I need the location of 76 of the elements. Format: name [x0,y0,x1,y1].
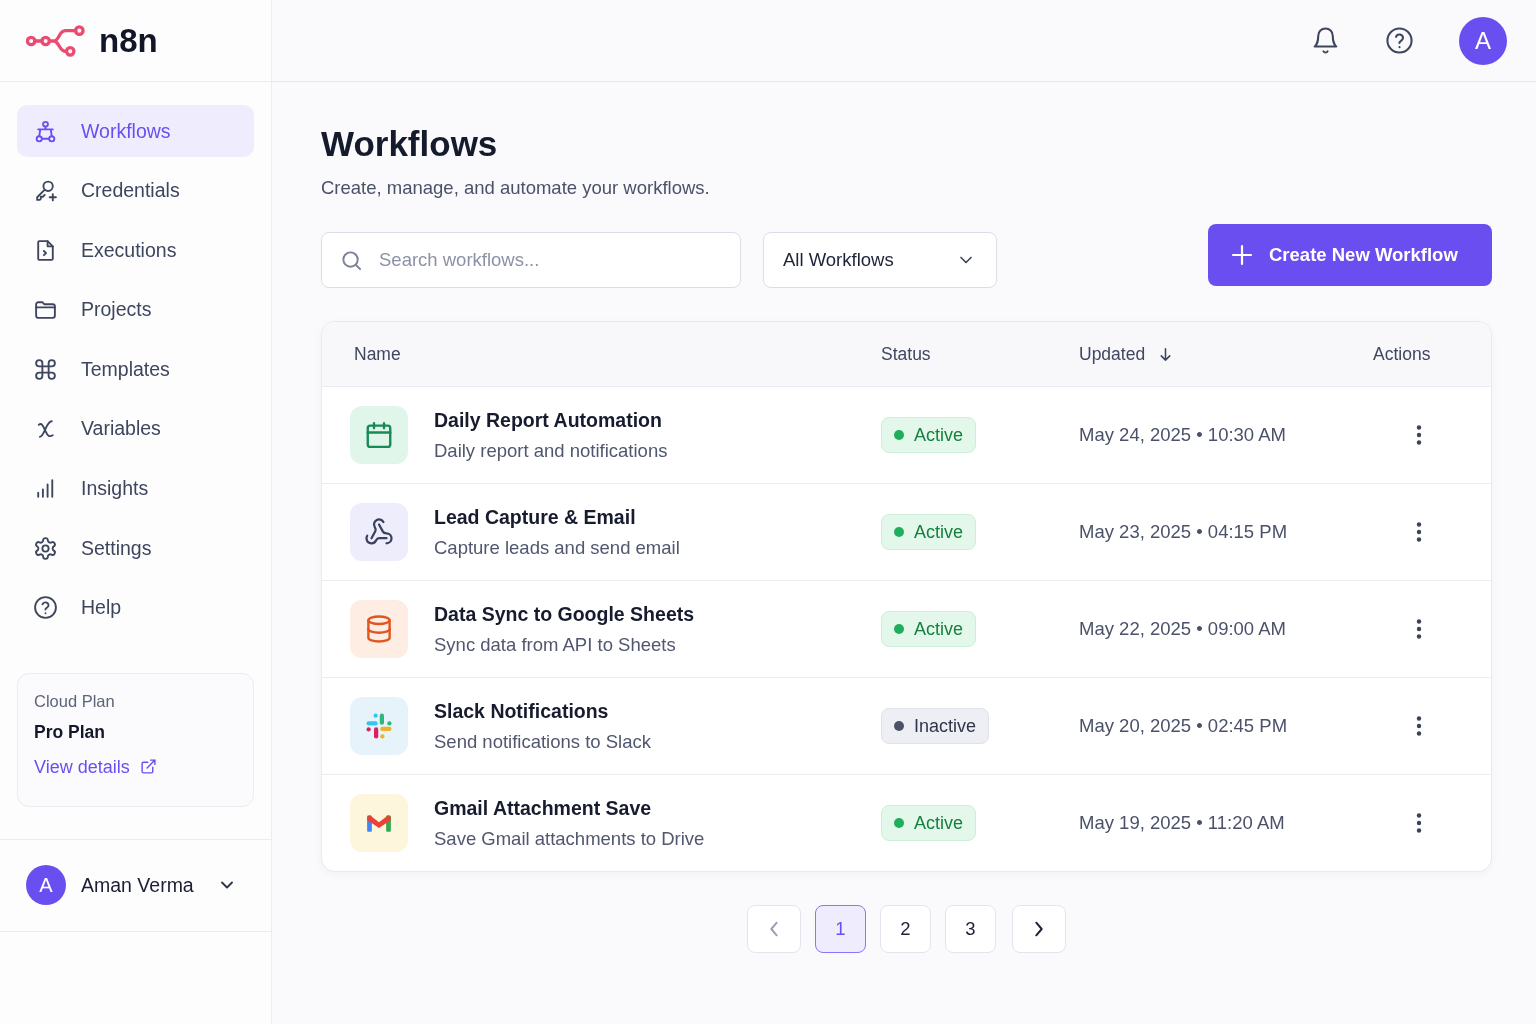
status-text: Active [914,521,964,543]
updated-date: May 22, 2025 • 09:00 AM [1079,618,1287,639]
page-button[interactable]: 2 [880,905,931,953]
notification-bell-icon[interactable] [1311,26,1340,55]
page-button[interactable]: 1 [815,905,866,953]
search-field[interactable]: Search workflows... [321,232,741,288]
plan-label: Cloud Plan [34,690,115,712]
help-icon [33,595,58,621]
create-workflow-button[interactable]: Create New Workflow [1208,224,1492,286]
search-icon [340,248,363,272]
sidebar-item[interactable]: Executions [17,224,254,277]
logo-text: n8n [99,21,158,60]
user-avatar[interactable]: A [26,865,66,906]
more-options-icon[interactable] [1415,520,1423,544]
status-dot-icon [894,430,904,440]
workflow-description: Capture leads and send email [434,535,680,560]
workflow-name[interactable]: Daily Report Automation [434,407,662,432]
plan-name: Pro Plan [34,720,105,743]
workflow-name[interactable]: Data Sync to Google Sheets [434,601,695,626]
sidebar-item[interactable]: Templates [17,343,254,396]
status-text: Active [914,812,964,834]
sidebar-item[interactable]: Settings [17,522,254,575]
sidebar-item[interactable]: Projects [17,283,254,336]
letter-m-logo-icon [350,794,408,852]
updated-date: May 23, 2025 • 04:15 PM [1079,521,1288,542]
status-text: Active [914,424,964,446]
more-options-icon[interactable] [1415,617,1423,641]
status-dot-icon [894,527,904,537]
command-key-icon [33,356,58,382]
workflow-name[interactable]: Slack Notifications [434,698,609,723]
status-dot-icon [894,721,904,731]
updated-date: May 24, 2025 • 10:30 AM [1079,424,1287,445]
workflow-description: Save Gmail attachments to Drive [434,826,705,851]
page-button[interactable]: 3 [945,905,996,953]
workflow-name[interactable]: Lead Capture & Email [434,504,636,529]
user-avatar[interactable]: A [1459,16,1507,65]
sidebar-item[interactable]: Credentials [17,164,254,217]
pinwheel-logo-icon [350,697,408,755]
column-header[interactable]: Status [881,343,931,365]
settings-icon [33,535,58,561]
more-options-icon[interactable] [1415,714,1423,738]
workflow-description: Send notifications to Slack [434,729,651,754]
column-header[interactable]: Updated [1079,343,1175,365]
workflow-filter-dropdown[interactable]: All Workflows [763,232,997,288]
status-dot-icon [894,624,904,634]
database-icon [350,600,408,658]
nodes-logo-icon [26,22,88,59]
user-name: Aman Verma [81,873,194,897]
sidebar-item[interactable]: Workflows [17,105,254,157]
workflow-name[interactable]: Gmail Attachment Save [434,795,652,820]
updated-date: May 20, 2025 • 02:45 PM [1079,715,1288,736]
plus-icon [1230,243,1254,267]
workflow-description: Sync data from API to Sheets [434,632,676,657]
calendar-icon [350,406,408,464]
chevron-left-icon [768,920,780,938]
sidebar-item[interactable]: Insights [17,462,254,515]
page-title: Workflows [321,123,499,165]
sidebar-item[interactable]: Variables [17,402,254,455]
status-dot-icon [894,818,904,828]
status-text: Active [914,618,964,640]
external-link-icon [139,758,157,776]
key-plus-icon [33,178,58,204]
sidebar-item[interactable]: Help [17,581,254,634]
help-icon[interactable] [1385,26,1414,55]
workflow-nodes-icon [33,118,58,144]
page-subtitle: Create, manage, and automate your workflows. [321,176,711,200]
webhook-icon [350,503,408,561]
updated-date: May 19, 2025 • 11:20 AM [1079,812,1285,833]
status-text: Inactive [914,715,977,737]
view-details-link[interactable]: View details [34,754,157,779]
more-options-icon[interactable] [1415,423,1423,447]
workflow-description: Daily report and notifications [434,438,668,463]
chevron-right-icon [1033,920,1045,938]
more-options-icon[interactable] [1415,811,1423,835]
column-header[interactable]: Actions [1373,343,1431,365]
column-header[interactable]: Name [354,343,401,365]
